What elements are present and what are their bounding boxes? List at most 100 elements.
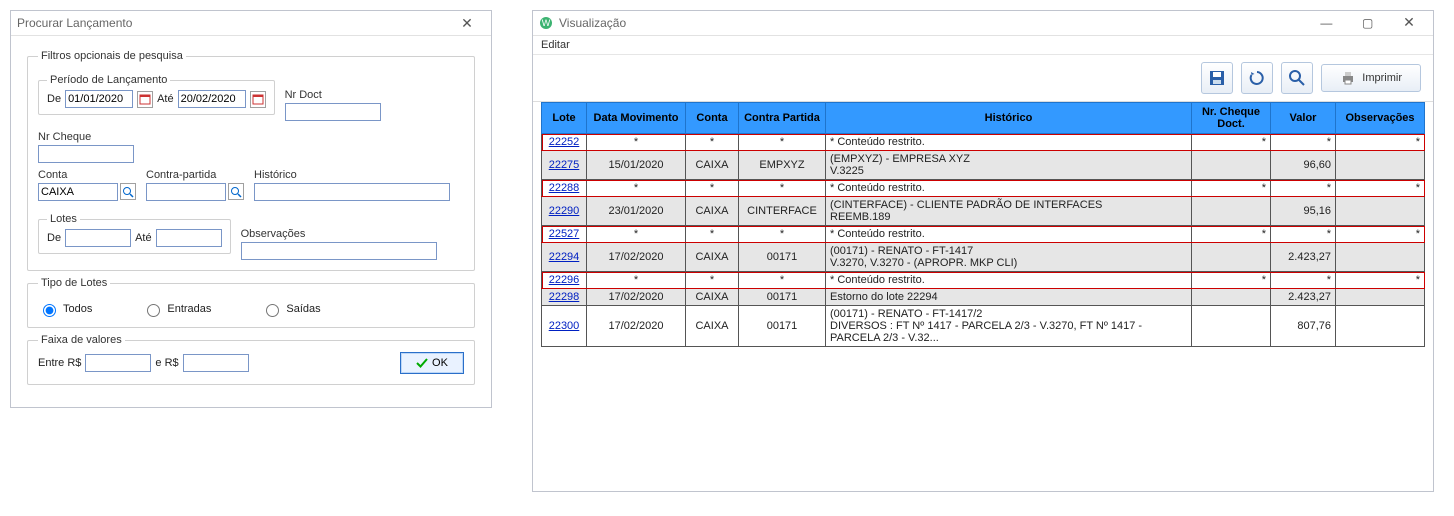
col-valor[interactable]: Valor [1271,103,1336,134]
table-row[interactable]: 2230017/02/2020CAIXA00171(00171) - RENAT… [542,306,1425,347]
calendar-to-button[interactable] [250,91,266,108]
print-button[interactable]: Imprimir [1321,64,1421,92]
table-cell: * Conteúdo restrito. [826,180,1192,197]
contrapartida-lookup-button[interactable] [228,183,244,200]
table-cell: * [686,272,739,289]
faixa-legend: Faixa de valores [38,334,125,346]
table-cell: * [686,134,739,151]
table-row[interactable]: 22288**** Conteúdo restrito.*** [542,180,1425,197]
vis-close-button[interactable]: ✕ [1391,12,1427,34]
filters-legend: Filtros opcionais de pesquisa [38,50,186,62]
lote-link[interactable]: 22252 [549,136,580,148]
table-cell: 2.423,27 [1271,289,1336,306]
minimize-button[interactable]: — [1308,12,1344,34]
svg-text:W: W [542,18,551,28]
table-cell: CAIXA [686,197,739,226]
contrapartida-input[interactable] [146,183,226,201]
table-cell: * [587,272,686,289]
table-row[interactable]: 22527**** Conteúdo restrito.*** [542,226,1425,243]
table-cell [1336,197,1425,226]
lote-link[interactable]: 22294 [549,251,580,263]
obs-input[interactable] [241,242,437,260]
table-cell: * [686,180,739,197]
table-row[interactable]: 2229417/02/2020CAIXA00171(00171) - RENAT… [542,243,1425,272]
menu-editar[interactable]: Editar [541,39,570,51]
table-cell: * [739,180,826,197]
historico-label: Histórico [254,169,464,181]
maximize-button[interactable]: ▢ [1350,12,1386,34]
date-to-input[interactable] [178,90,246,108]
lote-link[interactable]: 22288 [549,182,580,194]
lote-link[interactable]: 22300 [549,320,580,332]
table-cell: 22252 [542,134,587,151]
radio-entradas[interactable]: Entradas [142,301,211,317]
table-cell: 22296 [542,272,587,289]
save-icon [1208,69,1226,87]
lote-link[interactable]: 22298 [549,291,580,303]
app-icon: W [539,16,553,30]
table-row[interactable]: 22252**** Conteúdo restrito.*** [542,134,1425,151]
col-lote[interactable]: Lote [542,103,587,134]
table-row[interactable]: 2227515/01/2020CAIXAEMPXYZ(EMPXYZ) - EMP… [542,151,1425,180]
valor-to-input[interactable] [183,354,249,372]
table-cell: * [1271,226,1336,243]
check-icon [416,357,428,369]
close-button[interactable]: ✕ [449,12,485,34]
table-cell [1192,243,1271,272]
col-conta[interactable]: Conta [686,103,739,134]
calendar-from-button[interactable] [137,91,153,108]
table-cell: 00171 [739,306,826,347]
lote-link[interactable]: 22275 [549,159,580,171]
col-contra[interactable]: Contra Partida [739,103,826,134]
zoom-button[interactable] [1281,62,1313,94]
valor-from-input[interactable] [85,354,151,372]
col-obs[interactable]: Observações [1336,103,1425,134]
refresh-icon [1248,69,1266,87]
lote-link[interactable]: 22527 [549,228,580,240]
conta-label: Conta [38,169,136,181]
table-header-row: Lote Data Movimento Conta Contra Partida… [542,103,1425,134]
table-row[interactable]: 22296**** Conteúdo restrito.*** [542,272,1425,289]
table-cell: * Conteúdo restrito. [826,226,1192,243]
lotes-from-input[interactable] [65,229,131,247]
table-cell: 17/02/2020 [587,243,686,272]
printer-icon [1340,70,1356,86]
nrcheque-input[interactable] [38,145,134,163]
table-cell: Estorno do lote 22294 [826,289,1192,306]
table-cell [1192,289,1271,306]
ok-button[interactable]: OK [400,352,464,374]
table-row[interactable]: 2229023/01/2020CAIXACINTERFACE(CINTERFAC… [542,197,1425,226]
nrdoct-input[interactable] [285,103,381,121]
lote-link[interactable]: 22290 [549,205,580,217]
conta-input[interactable] [38,183,118,201]
table-row[interactable]: 2229817/02/2020CAIXA00171Estorno do lote… [542,289,1425,306]
vis-titlebar: W Visualização — ▢ ✕ [533,11,1433,36]
refresh-button[interactable] [1241,62,1273,94]
table-cell: (CINTERFACE) - CLIENTE PADRÃO DE INTERFA… [826,197,1192,226]
table-cell: 2.423,27 [1271,243,1336,272]
results-table: Lote Data Movimento Conta Contra Partida… [541,102,1425,347]
col-historico[interactable]: Histórico [826,103,1192,134]
table-cell: 00171 [739,243,826,272]
faixa-fieldset: Faixa de valores Entre R$ e R$ OK [27,334,475,385]
table-cell: * Conteúdo restrito. [826,134,1192,151]
conta-lookup-button[interactable] [120,183,136,200]
radio-todos[interactable]: Todos [38,301,92,317]
col-cheque[interactable]: Nr. Cheque Doct. [1192,103,1271,134]
table-cell: * Conteúdo restrito. [826,272,1192,289]
lotes-to-input[interactable] [156,229,222,247]
radio-saidas[interactable]: Saídas [261,301,320,317]
visualizacao-window: W Visualização — ▢ ✕ Editar Imprimir [532,10,1434,492]
save-button[interactable] [1201,62,1233,94]
lotes-de-label: De [47,232,61,244]
table-cell [1336,243,1425,272]
lote-link[interactable]: 22296 [549,274,580,286]
lotes-legend: Lotes [47,213,80,225]
date-from-input[interactable] [65,90,133,108]
vis-title: Visualização [559,16,626,30]
ate-label: Até [157,93,174,105]
table-cell: * [587,134,686,151]
table-cell: 807,76 [1271,306,1336,347]
col-data[interactable]: Data Movimento [587,103,686,134]
historico-input[interactable] [254,183,450,201]
